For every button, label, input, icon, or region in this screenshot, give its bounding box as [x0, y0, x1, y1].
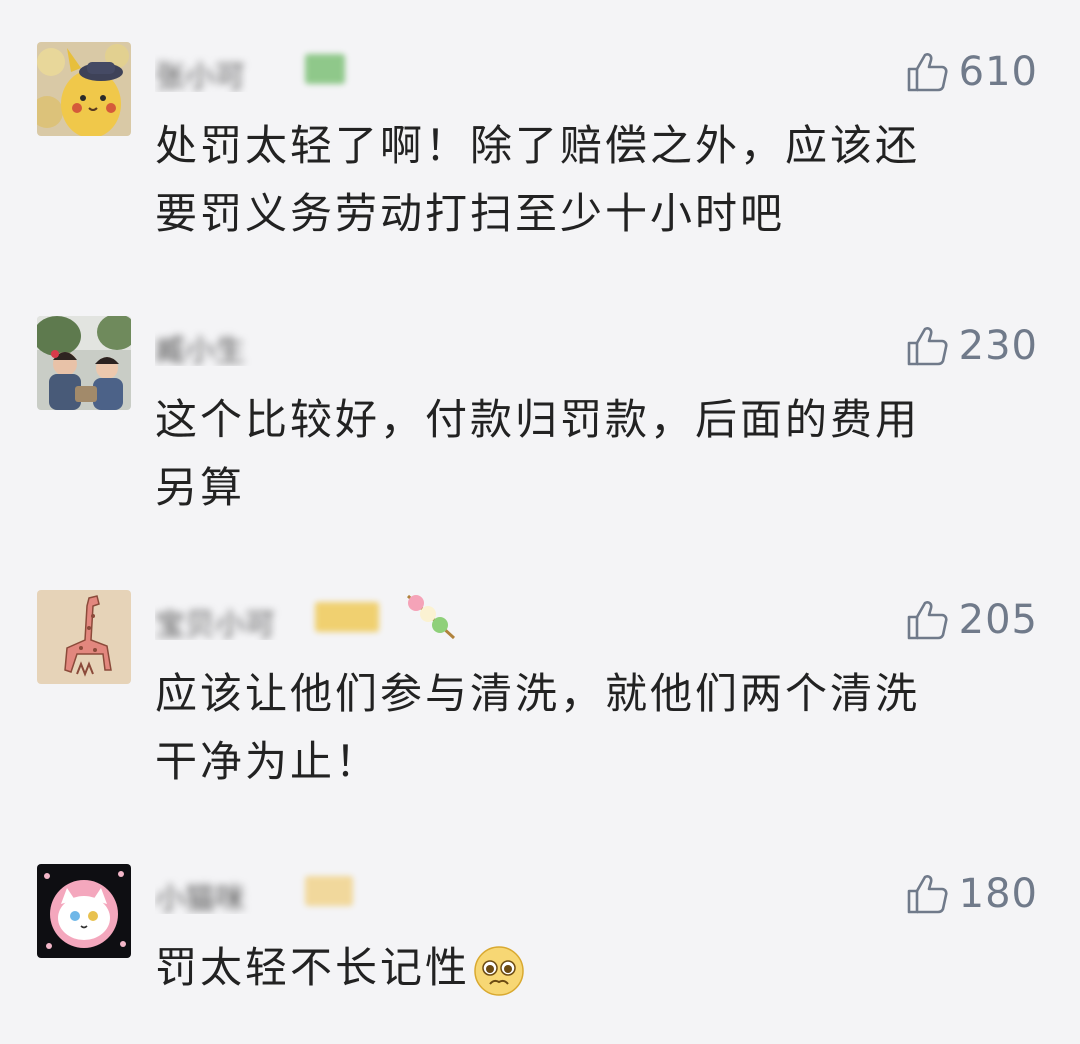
username[interactable]: 臧小生 — [155, 320, 385, 366]
thumbs-up-icon — [907, 601, 948, 640]
comment-text-line: 应该让他们参与清洗，就他们两个清洗 — [155, 669, 921, 718]
like-button[interactable]: 230 — [905, 322, 1038, 370]
comment-text-span: 罚太轻不长记性 — [155, 943, 471, 992]
blurred-emoji — [305, 876, 353, 906]
like-button[interactable]: 610 — [905, 48, 1038, 96]
comment-text-line: 这个比较好，付款归罚款，后面的费用 — [155, 395, 921, 444]
dango-emoji — [406, 594, 456, 640]
giraffe-drawing-avatar — [37, 590, 131, 684]
username-text: 小猫咪 — [155, 882, 245, 914]
thumbs-up-icon — [907, 875, 948, 914]
pikachu-plush-avatar — [37, 42, 131, 136]
username[interactable]: 张小可 — [155, 46, 385, 92]
username[interactable]: 小猫咪 — [155, 868, 385, 914]
comment-text: 这个比较好，付款归罚款，后面的费用 另算 — [155, 386, 1015, 522]
comment-text-line: 要罚义务劳动打扫至少十小时吧 — [155, 189, 786, 238]
like-count: 230 — [958, 323, 1038, 369]
avatar[interactable] — [37, 316, 131, 410]
username-text: 宝贝小可 — [155, 608, 275, 640]
blurred-emoji — [305, 54, 345, 84]
thumbs-up-icon — [907, 53, 948, 92]
comment-text-line: 另算 — [155, 463, 246, 512]
comment-text-line: 干净为止！ — [155, 737, 381, 786]
like-button[interactable]: 180 — [905, 870, 1038, 918]
like-count: 610 — [958, 49, 1038, 95]
avatar[interactable] — [37, 864, 131, 958]
pleading-face-emoji — [474, 945, 524, 996]
like-button[interactable]: 205 — [905, 596, 1038, 644]
like-count: 180 — [958, 871, 1038, 917]
avatar[interactable] — [37, 42, 131, 136]
username[interactable]: 宝贝小可 — [155, 594, 385, 640]
like-count: 205 — [958, 597, 1038, 643]
thumbs-up-icon — [907, 327, 948, 366]
username-text: 臧小生 — [155, 334, 245, 366]
children-photo-avatar — [37, 316, 131, 410]
blurred-emoji — [315, 602, 379, 632]
comment-text-line: 罚太轻不长记性 — [155, 934, 1015, 1002]
avatar[interactable] — [37, 590, 131, 684]
cartoon-cat-avatar — [37, 864, 131, 958]
comment-text-line: 处罚太轻了啊！除了赔偿之外，应该还 — [155, 121, 921, 170]
comment-text: 处罚太轻了啊！除了赔偿之外，应该还 要罚义务劳动打扫至少十小时吧 — [155, 112, 1015, 248]
comment-text: 罚太轻不长记性 — [155, 934, 1015, 1002]
username-text: 张小可 — [155, 60, 245, 92]
comment-text: 应该让他们参与清洗，就他们两个清洗 干净为止！ — [155, 660, 1015, 796]
